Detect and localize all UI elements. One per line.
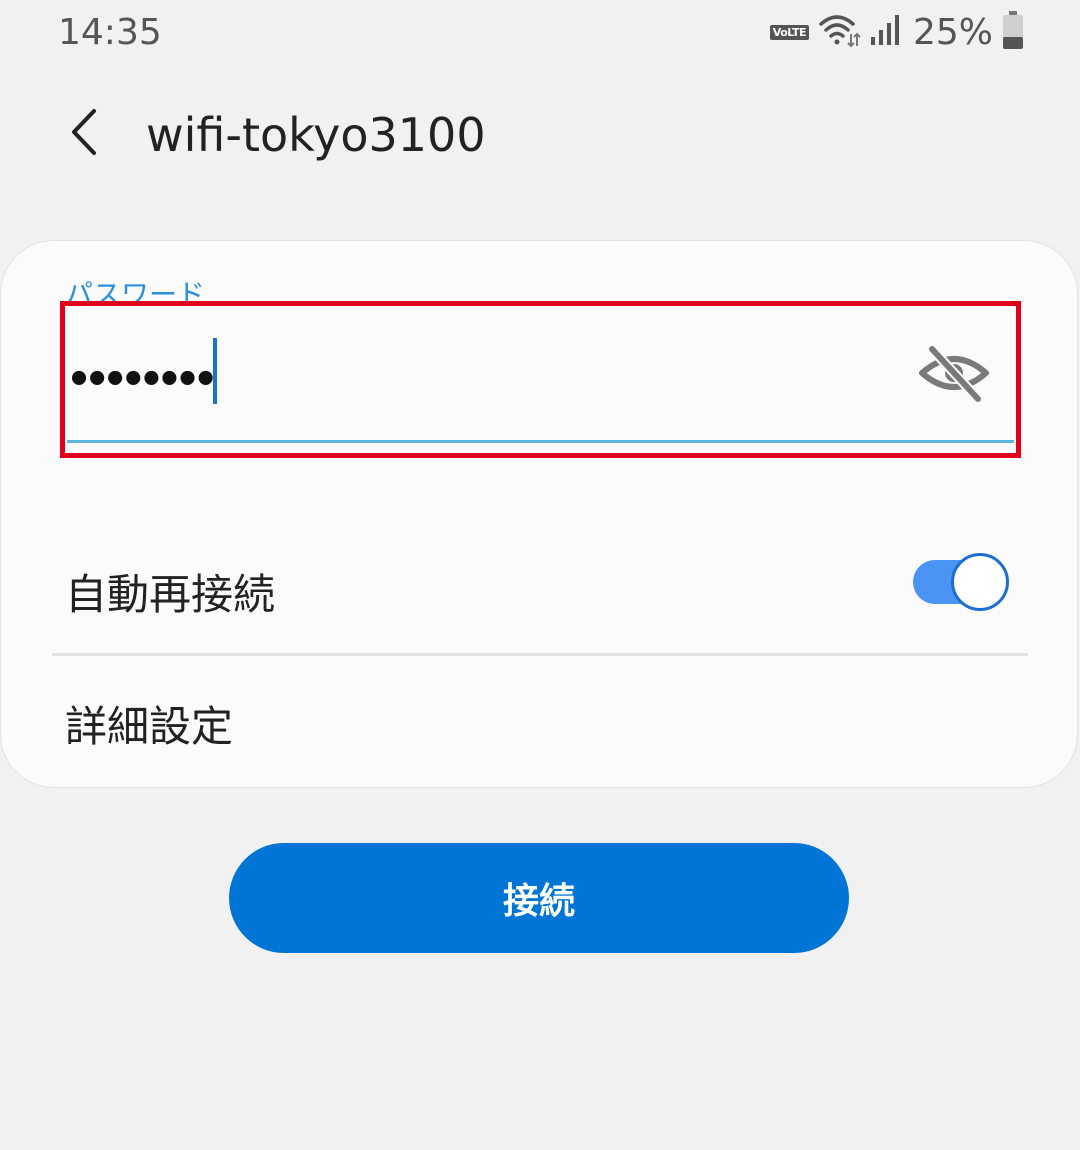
cellular-signal-icon (869, 13, 901, 51)
status-icons: VoLTE 25% (769, 10, 1025, 54)
wifi-icon (817, 12, 861, 52)
status-time: 14:35 (58, 12, 162, 53)
connect-button[interactable]: 接続 (229, 843, 849, 953)
auto-reconnect-label: 自動再接続 (65, 570, 276, 619)
divider (52, 653, 1028, 656)
battery-percent: 25% (912, 11, 993, 53)
back-button[interactable] (52, 102, 116, 166)
advanced-settings-label: 詳細設定 (65, 702, 234, 751)
text-caret (213, 338, 217, 404)
input-underline (67, 440, 1014, 443)
eye-off-icon (918, 343, 990, 407)
auto-reconnect-row[interactable]: 自動再接続 (1, 531, 1079, 641)
toggle-thumb (951, 553, 1009, 611)
advanced-settings-row[interactable]: 詳細設定 (1, 661, 1079, 771)
auto-reconnect-toggle[interactable] (913, 553, 1009, 611)
status-bar: 14:35 VoLTE 25% (0, 0, 1080, 64)
show-password-toggle[interactable] (916, 342, 992, 408)
settings-card: パスワード •••••••• 自動再接続 詳細設定 (0, 240, 1078, 788)
volte-icon: VoLTE (769, 24, 809, 40)
page-title: wifi-tokyo3100 (146, 108, 486, 162)
password-input-value[interactable]: •••••••• (67, 360, 218, 400)
chevron-left-icon (64, 107, 104, 161)
password-field[interactable]: •••••••• (60, 301, 1021, 458)
battery-icon (1001, 10, 1025, 54)
app-header: wifi-tokyo3100 (0, 90, 1080, 190)
